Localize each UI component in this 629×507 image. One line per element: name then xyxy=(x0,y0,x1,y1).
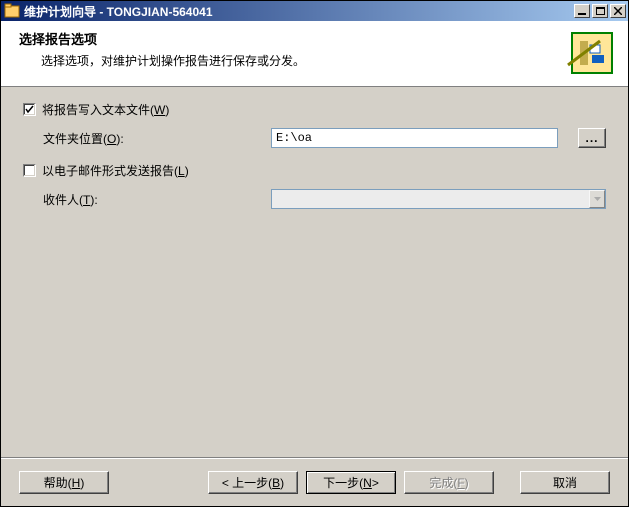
email-report-accel: L xyxy=(178,164,185,178)
write-to-file-label-post: ) xyxy=(165,103,169,117)
titlebar: 维护计划向导 - TONGJIAN-564041 xyxy=(1,1,628,21)
header-icon xyxy=(566,27,618,79)
next-button[interactable]: 下一步(N > xyxy=(306,471,396,494)
write-to-file-label-pre: 将报告写入文本文件( xyxy=(42,103,154,117)
help-button[interactable]: 帮助(H) xyxy=(19,471,109,494)
wizard-body: 将报告写入文本文件(W) 文件夹位置(O): ... 以电子邮件形式发送报告(L… xyxy=(1,87,628,209)
wizard-header: 选择报告选项 选择选项，对维护计划操作报告进行保存或分发。 xyxy=(1,21,628,87)
recipient-row: 收件人(T): xyxy=(43,189,606,209)
app-icon xyxy=(4,3,20,19)
checkbox-icon xyxy=(23,164,36,177)
window-buttons xyxy=(572,4,626,18)
folder-location-row: 文件夹位置(O): ... xyxy=(43,128,606,148)
recipient-combo xyxy=(271,189,606,209)
page-title: 选择报告选项 xyxy=(19,29,548,48)
recipient-label: 收件人(T): xyxy=(43,191,263,208)
folder-location-label: 文件夹位置(O): xyxy=(43,130,263,147)
window-title: 维护计划向导 - TONGJIAN-564041 xyxy=(24,3,572,20)
browse-button-label: ... xyxy=(585,131,598,145)
email-report-checkbox[interactable]: 以电子邮件形式发送报告(L) xyxy=(23,162,189,179)
recipient-input xyxy=(271,189,606,209)
minimize-button[interactable] xyxy=(574,4,590,18)
back-button[interactable]: < 上一步(B) xyxy=(208,471,298,494)
cancel-button-label: 取消 xyxy=(553,474,577,491)
browse-button[interactable]: ... xyxy=(578,128,606,148)
cancel-button[interactable]: 取消 xyxy=(520,471,610,494)
email-report-label-pre: 以电子邮件形式发送报告( xyxy=(42,164,178,178)
email-report-row: 以电子邮件形式发送报告(L) xyxy=(23,162,606,179)
folder-location-input[interactable] xyxy=(271,128,558,148)
wizard-footer: 帮助(H) < 上一步(B) 下一步(N > 完成(F) 取消 xyxy=(1,458,628,506)
maximize-button[interactable] xyxy=(592,4,608,18)
write-to-file-row: 将报告写入文本文件(W) xyxy=(23,101,606,118)
finish-button: 完成(F) xyxy=(404,471,494,494)
write-to-file-accel: W xyxy=(154,103,165,117)
chevron-down-icon xyxy=(589,190,605,208)
write-to-file-checkbox[interactable]: 将报告写入文本文件(W) xyxy=(23,101,169,118)
wizard-window: 维护计划向导 - TONGJIAN-564041 选择报告选项 选择选项，对维护… xyxy=(0,0,629,507)
page-description: 选择选项，对维护计划操作报告进行保存或分发。 xyxy=(41,52,548,69)
close-button[interactable] xyxy=(610,4,626,18)
email-report-label-post: ) xyxy=(185,164,189,178)
checkbox-icon xyxy=(23,103,36,116)
